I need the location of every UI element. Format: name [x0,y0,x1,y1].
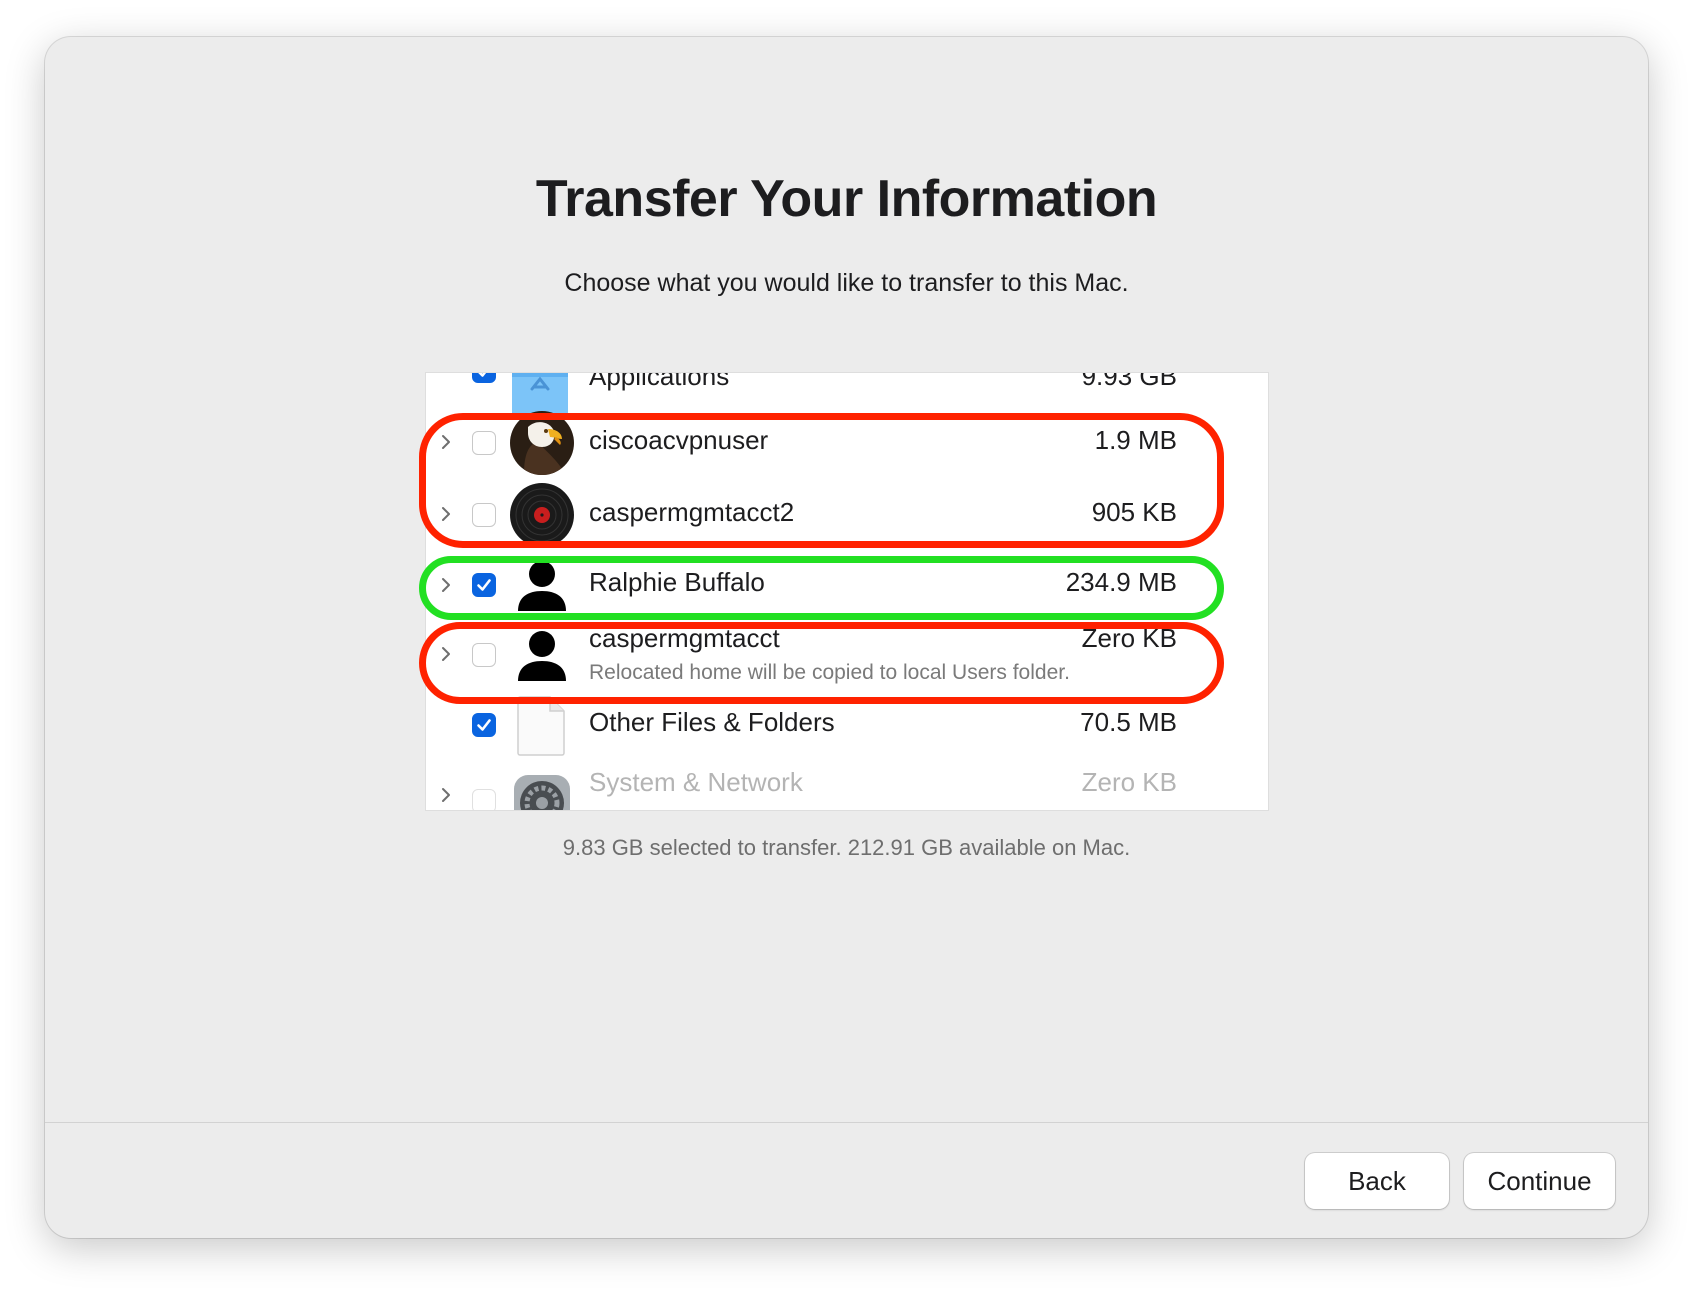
disclosure-chevron-icon[interactable] [436,644,456,664]
disclosure-chevron-icon[interactable] [436,575,456,595]
ralphie-buffalo-label: Ralphie Buffalo [589,567,765,597]
list-item-system-network: System & Network Zero KB [426,751,1268,810]
other-files-size: 70.5 MB [1080,707,1177,737]
disclosure-chevron-icon[interactable] [436,504,456,524]
applications-size: 9.93 GB [1081,373,1177,391]
other-files-label: Other Files & Folders [589,707,835,737]
ciscoacvpnuser-checkbox[interactable] [472,431,496,455]
caspermgmtacct-note: Relocated home will be copied to local U… [589,661,1070,684]
ciscoacvpnuser-size: 1.9 MB [1094,425,1177,455]
footer-divider [45,1122,1648,1123]
user-silhouette-icon [510,557,574,621]
caspermgmtacct2-size: 905 KB [1091,497,1177,527]
ciscoacvpnuser-label: ciscoacvpnuser [589,425,769,455]
list-item-caspermgmtacct[interactable]: caspermgmtacct Zero KB Relocated home wi… [426,619,1268,689]
document-icon [516,695,568,757]
caspermgmtacct-size: Zero KB [1081,623,1177,653]
list-item-caspermgmtacct2[interactable]: caspermgmtacct2 905 KB [426,479,1268,551]
list-item-other-files[interactable]: Other Files & Folders 70.5 MB [426,693,1268,759]
transfer-summary: 9.83 GB selected to transfer. 212.91 GB … [562,835,1131,860]
list-item-ciscoacvpnuser[interactable]: ciscoacvpnuser 1.9 MB [426,407,1268,479]
page-subtitle: Choose what you would like to transfer t… [564,269,1129,297]
system-network-checkbox [472,789,496,810]
eagle-avatar-icon [510,411,574,475]
continue-button[interactable]: Continue [1464,1153,1615,1209]
migration-assistant-window: Transfer Your Information Choose what yo… [45,37,1648,1238]
vinyl-record-avatar-icon [510,483,574,547]
caspermgmtacct2-checkbox[interactable] [472,503,496,527]
caspermgmtacct-checkbox[interactable] [472,643,496,667]
other-files-checkbox[interactable] [472,713,496,737]
list-item-ralphie-buffalo[interactable]: Ralphie Buffalo 234.9 MB [426,553,1268,619]
caspermgmtacct-label: caspermgmtacct [589,623,780,653]
caspermgmtacct2-label: caspermgmtacct2 [589,497,795,527]
disclosure-chevron-icon[interactable] [436,432,456,452]
system-network-size: Zero KB [1081,767,1177,797]
ralphie-buffalo-checkbox[interactable] [472,573,496,597]
system-preferences-gear-icon [510,771,574,810]
user-silhouette-icon [510,627,574,691]
transfer-items-list[interactable]: Applications 9.93 GB ciscoacvpnuser 1.9 … [426,373,1268,810]
page-title: Transfer Your Information [535,170,1158,228]
back-button[interactable]: Back [1305,1153,1449,1209]
disclosure-chevron-icon[interactable] [436,785,456,805]
applications-label: Applications [589,373,730,391]
applications-checkbox[interactable] [472,373,496,383]
ralphie-buffalo-size: 234.9 MB [1065,567,1177,597]
system-network-label: System & Network [589,767,803,797]
